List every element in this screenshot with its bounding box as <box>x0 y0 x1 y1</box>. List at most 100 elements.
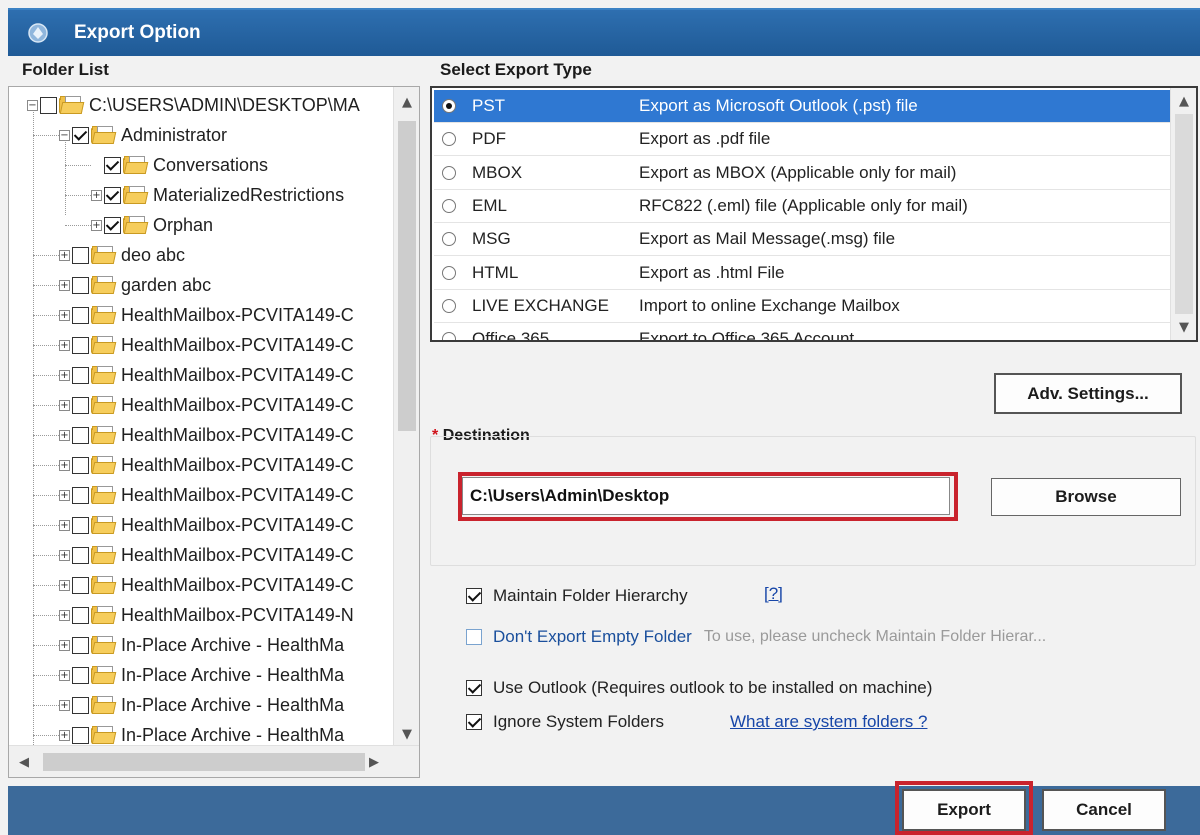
tree-item-checkbox[interactable] <box>104 216 121 234</box>
expand-icon[interactable]: + <box>59 609 70 621</box>
adv-settings-button[interactable]: Adv. Settings... <box>994 373 1182 414</box>
tree-item-checkbox[interactable] <box>72 366 89 384</box>
tree-item[interactable]: + In-Place Archive - HealthMa <box>59 660 344 690</box>
tree-item-checkbox[interactable] <box>72 606 89 624</box>
tree-item-checkbox[interactable] <box>72 126 89 144</box>
expand-icon[interactable]: + <box>59 369 70 381</box>
tree-scroll-thumb[interactable] <box>398 121 416 431</box>
folder-tree[interactable]: − C:\USERS\ADMIN\DESKTOP\MA − Administrator… <box>8 86 420 778</box>
maintain-hierarchy-option[interactable]: Maintain Folder Hierarchy <box>466 586 688 606</box>
help-link[interactable]: [?] <box>764 584 783 604</box>
export-type-option[interactable]: HTML Export as .html File <box>434 257 1170 290</box>
tree-item-checkbox[interactable] <box>72 456 89 474</box>
expand-icon[interactable]: + <box>59 399 70 411</box>
tree-item-checkbox[interactable] <box>72 306 89 324</box>
export-type-option[interactable]: MBOX Export as MBOX (Applicable only for … <box>434 157 1170 190</box>
expand-icon[interactable]: + <box>59 729 70 741</box>
tree-item[interactable]: + Orphan <box>91 210 213 240</box>
tree-item[interactable]: + In-Place Archive - HealthMa <box>59 630 344 660</box>
collapse-icon[interactable]: − <box>59 129 70 141</box>
use-outlook-option[interactable]: Use Outlook (Requires outlook to be inst… <box>466 678 932 698</box>
expand-icon[interactable]: + <box>59 579 70 591</box>
tree-item[interactable]: + HealthMailbox-PCVITA149-C <box>59 450 354 480</box>
dont-export-empty-checkbox[interactable] <box>466 629 482 645</box>
expand-icon[interactable]: + <box>91 219 102 231</box>
expand-icon[interactable]: + <box>59 279 70 291</box>
export-button[interactable]: Export <box>902 789 1026 831</box>
expand-icon[interactable]: + <box>59 549 70 561</box>
tree-horizontal-scrollbar[interactable]: ◀ ▶ <box>9 745 419 777</box>
tree-item-checkbox[interactable] <box>72 546 89 564</box>
scroll-right-icon[interactable]: ▶ <box>361 751 387 773</box>
scroll-up-icon[interactable]: ▲ <box>394 91 419 113</box>
tree-item[interactable]: + HealthMailbox-PCVITA149-C <box>59 420 354 450</box>
tree-hscroll-thumb[interactable] <box>43 753 365 771</box>
tree-item-checkbox[interactable] <box>72 276 89 294</box>
export-type-option[interactable]: EML RFC822 (.eml) file (Applicable only f… <box>434 190 1170 223</box>
export-type-radio[interactable] <box>442 232 456 247</box>
export-type-option[interactable]: MSG Export as Mail Message(.msg) file <box>434 223 1170 257</box>
tree-item[interactable]: + HealthMailbox-PCVITA149-C <box>59 360 354 390</box>
tree-item[interactable]: + HealthMailbox-PCVITA149-C <box>59 480 354 510</box>
tree-item[interactable]: + MaterializedRestrictions <box>91 180 344 210</box>
tree-item[interactable]: − Administrator <box>59 120 227 150</box>
expand-icon[interactable]: + <box>59 519 70 531</box>
tree-item[interactable]: + HealthMailbox-PCVITA149-C <box>59 540 354 570</box>
export-type-radio[interactable] <box>442 165 456 180</box>
tree-item-checkbox[interactable] <box>40 96 57 114</box>
export-type-option[interactable]: PST Export as Microsoft Outlook (.pst) fi… <box>434 90 1170 123</box>
tree-item[interactable]: − C:\USERS\ADMIN\DESKTOP\MA <box>27 90 360 120</box>
tree-item-checkbox[interactable] <box>72 336 89 354</box>
export-type-scroll-thumb[interactable] <box>1175 114 1193 314</box>
tree-item-checkbox[interactable] <box>72 576 89 594</box>
export-type-option[interactable]: PDF Export as .pdf file <box>434 123 1170 157</box>
export-type-scrollbar[interactable]: ▲ ▼ <box>1170 88 1196 340</box>
tree-item-checkbox[interactable] <box>72 516 89 534</box>
scroll-down-icon[interactable]: ▼ <box>394 723 419 745</box>
system-folders-link[interactable]: What are system folders ? <box>730 712 927 732</box>
ignore-system-checkbox[interactable] <box>466 714 482 730</box>
tree-item[interactable]: + HealthMailbox-PCVITA149-C <box>59 570 354 600</box>
cancel-button[interactable]: Cancel <box>1042 789 1166 831</box>
tree-item[interactable]: Conversations <box>91 150 268 180</box>
tree-item[interactable]: + deo abc <box>59 240 185 270</box>
expand-icon[interactable]: + <box>59 249 70 261</box>
tree-vertical-scrollbar[interactable]: ▲ ▼ <box>393 87 419 745</box>
tree-item[interactable]: + HealthMailbox-PCVITA149-N <box>59 600 354 630</box>
export-type-radio[interactable] <box>442 265 456 280</box>
tree-item-checkbox[interactable] <box>104 186 121 204</box>
export-type-radio[interactable] <box>442 99 456 113</box>
tree-item-checkbox[interactable] <box>72 426 89 444</box>
tree-item-checkbox[interactable] <box>72 246 89 264</box>
tree-item[interactable]: + HealthMailbox-PCVITA149-C <box>59 510 354 540</box>
use-outlook-checkbox[interactable] <box>466 680 482 696</box>
export-type-list[interactable]: PST Export as Microsoft Outlook (.pst) fi… <box>430 86 1198 342</box>
export-type-radio[interactable] <box>442 132 456 147</box>
expand-icon[interactable]: + <box>59 639 70 651</box>
expand-icon[interactable]: + <box>59 459 70 471</box>
expand-icon[interactable]: + <box>59 309 70 321</box>
tree-item[interactable]: + HealthMailbox-PCVITA149-C <box>59 300 354 330</box>
maintain-hierarchy-checkbox[interactable] <box>466 588 482 604</box>
tree-item[interactable]: + HealthMailbox-PCVITA149-C <box>59 390 354 420</box>
tree-item-checkbox[interactable] <box>72 726 89 744</box>
collapse-icon[interactable]: − <box>27 99 38 111</box>
expand-icon[interactable]: + <box>59 339 70 351</box>
tree-item-checkbox[interactable] <box>104 156 121 174</box>
export-type-radio[interactable] <box>442 298 456 313</box>
scroll-down-icon[interactable]: ▼ <box>1171 316 1196 338</box>
expand-icon[interactable]: + <box>59 429 70 441</box>
tree-item-checkbox[interactable] <box>72 666 89 684</box>
expand-icon[interactable]: + <box>59 669 70 681</box>
scroll-left-icon[interactable]: ◀ <box>11 751 37 773</box>
expand-icon[interactable]: + <box>91 189 102 201</box>
tree-item[interactable]: + garden abc <box>59 270 211 300</box>
ignore-system-option[interactable]: Ignore System Folders <box>466 712 664 732</box>
tree-item-checkbox[interactable] <box>72 486 89 504</box>
export-type-option[interactable]: LIVE EXCHANGE Import to online Exchange M… <box>434 290 1170 323</box>
tree-item-checkbox[interactable] <box>72 696 89 714</box>
export-type-radio[interactable] <box>442 332 456 340</box>
dont-export-empty-option[interactable]: Don't Export Empty Folder To use, please… <box>466 627 1046 647</box>
browse-button[interactable]: Browse <box>991 478 1181 516</box>
export-type-radio[interactable] <box>442 198 456 213</box>
